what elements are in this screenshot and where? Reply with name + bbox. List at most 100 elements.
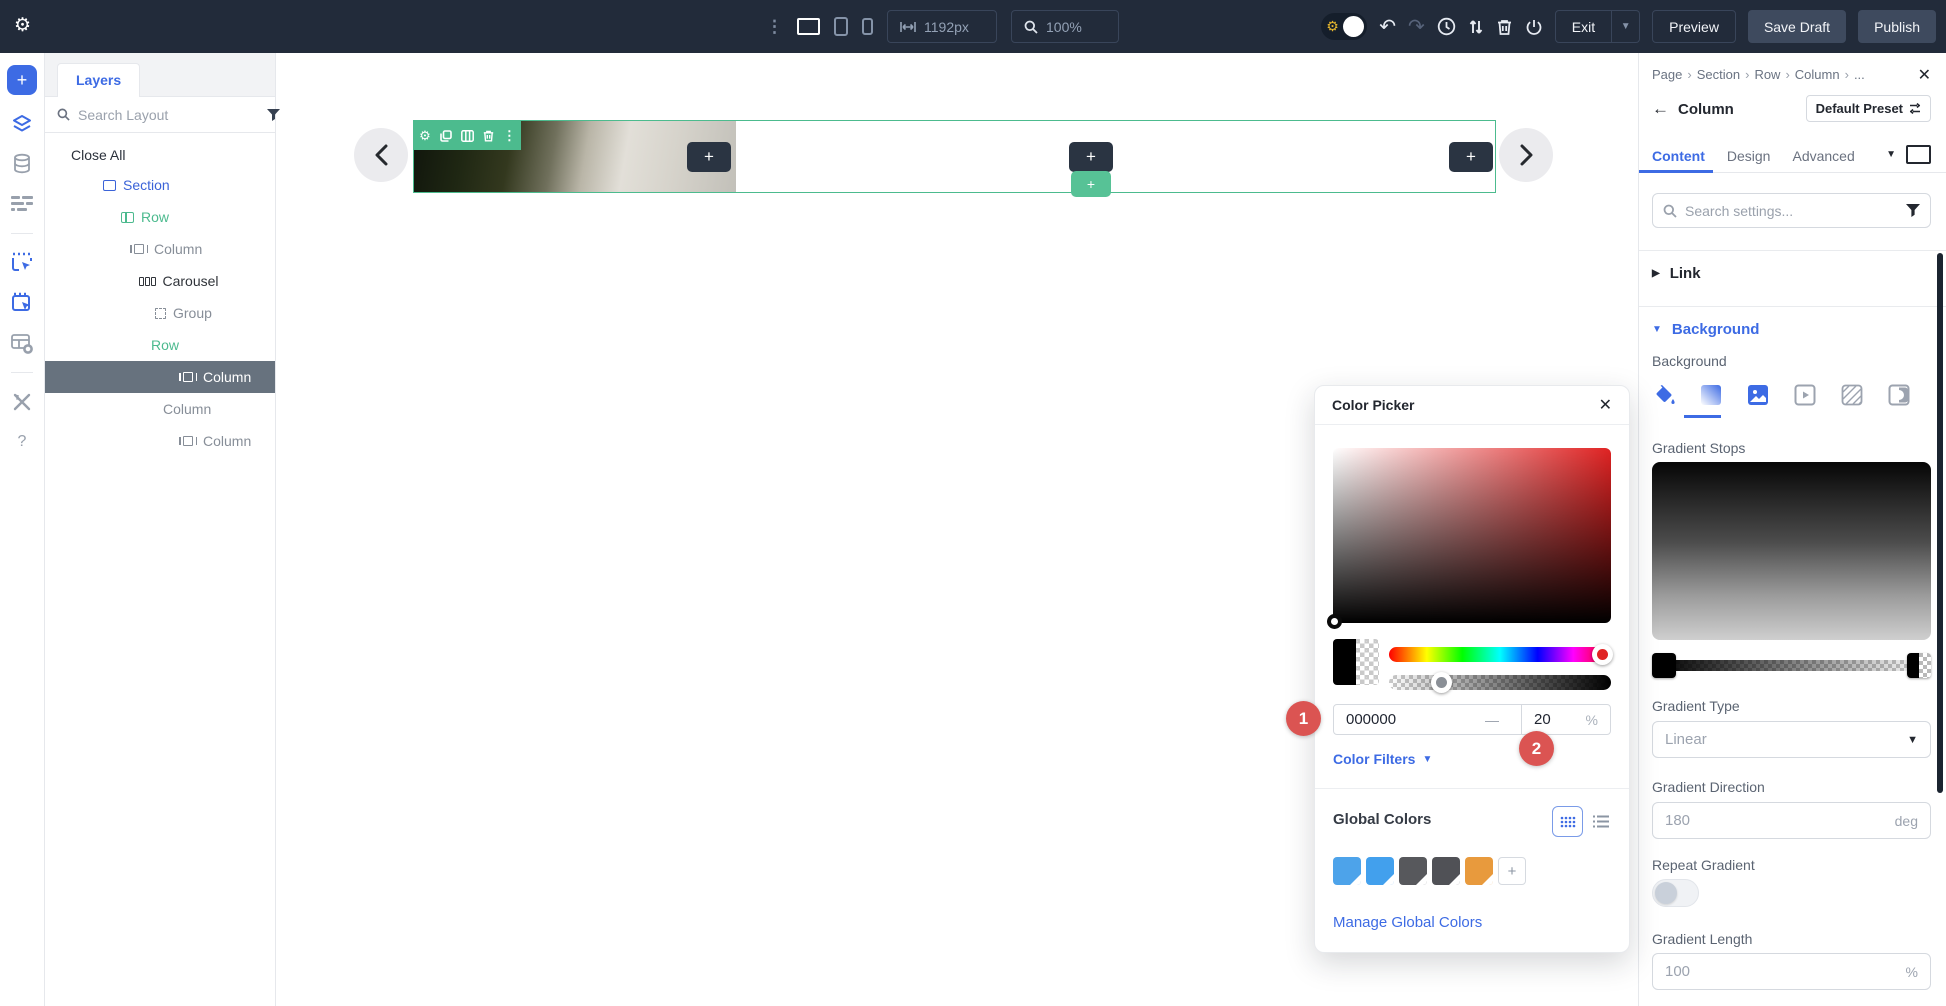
color-filters-link[interactable]: Color Filters ▼ xyxy=(1333,751,1432,767)
add-module-button[interactable]: + xyxy=(1449,142,1493,172)
sidebar-item-section[interactable]: Section xyxy=(45,169,275,201)
carousel-next-button[interactable] xyxy=(1499,128,1553,182)
layers-search-input[interactable] xyxy=(78,107,259,123)
element-trash-icon[interactable] xyxy=(483,130,494,142)
select-parent-icon[interactable] xyxy=(9,290,35,316)
element-settings-icon[interactable]: ⚙ xyxy=(419,128,431,144)
repeat-gradient-toggle[interactable] xyxy=(1652,879,1699,907)
tab-layers[interactable]: Layers xyxy=(57,63,140,97)
gradient-preview[interactable] xyxy=(1652,462,1931,640)
tab-advanced[interactable]: Advanced xyxy=(1792,148,1854,164)
filter-funnel-icon[interactable] xyxy=(267,109,280,121)
element-more-icon[interactable]: ⋮ xyxy=(503,128,516,144)
insert-row-button[interactable]: + xyxy=(1071,171,1111,197)
phone-view-icon[interactable] xyxy=(862,18,873,35)
close-icon[interactable]: ✕ xyxy=(1599,395,1612,415)
tab-content[interactable]: Content xyxy=(1652,148,1705,164)
carousel-prev-button[interactable] xyxy=(354,128,408,182)
list-blocks-icon[interactable] xyxy=(9,191,35,217)
section-background[interactable]: ▼ Background xyxy=(1652,321,1931,338)
canvas-zoom-input[interactable] xyxy=(1046,19,1106,35)
templates-icon[interactable] xyxy=(9,330,35,356)
gradient-length-input[interactable] xyxy=(1665,963,1906,980)
global-color-swatch[interactable] xyxy=(1432,857,1460,885)
selected-carousel-row[interactable]: ⚙ ⋮ + + + + xyxy=(413,120,1496,193)
canvas-width-field[interactable] xyxy=(887,10,997,43)
breadcrumb-ellipsis[interactable]: ... xyxy=(1854,67,1865,82)
breadcrumb-item[interactable]: Section xyxy=(1697,67,1740,82)
list-view-icon[interactable] xyxy=(1593,815,1609,828)
gradient-stop-handle-end[interactable] xyxy=(1907,653,1931,678)
database-icon[interactable] xyxy=(9,151,35,177)
select-element-icon[interactable] xyxy=(9,250,35,276)
layers-icon[interactable] xyxy=(9,111,35,137)
tab-design[interactable]: Design xyxy=(1727,148,1771,164)
responsive-monitor-icon[interactable] xyxy=(1906,145,1931,164)
background-image-icon[interactable] xyxy=(1746,383,1770,407)
add-module-button[interactable]: + xyxy=(1069,142,1113,172)
history-clock-icon[interactable] xyxy=(1437,17,1456,36)
alpha-slider[interactable] xyxy=(1389,675,1611,690)
settings-gear-icon[interactable]: ⚙ xyxy=(14,14,31,38)
close-panel-icon[interactable]: ✕ xyxy=(1918,65,1931,85)
save-draft-button[interactable]: Save Draft xyxy=(1748,10,1846,43)
hex-field[interactable]: — xyxy=(1334,705,1521,734)
gradient-length-field[interactable]: % xyxy=(1652,953,1931,990)
power-icon[interactable] xyxy=(1525,18,1543,36)
settings-filter-icon[interactable] xyxy=(1906,204,1920,217)
global-color-swatch[interactable] xyxy=(1399,857,1427,885)
tools-icon[interactable] xyxy=(9,389,35,415)
add-element-button[interactable]: + xyxy=(7,65,37,95)
exit-button[interactable]: Exit xyxy=(1555,10,1612,43)
opacity-field[interactable]: % xyxy=(1522,705,1610,734)
element-columns-icon[interactable] xyxy=(461,130,474,142)
theme-toggle[interactable]: ⚙ xyxy=(1321,13,1367,40)
gradient-stop-handle-start[interactable] xyxy=(1652,653,1676,678)
add-global-color-button[interactable]: + xyxy=(1498,857,1526,885)
publish-button[interactable]: Publish xyxy=(1858,10,1936,43)
tabs-caret-icon[interactable]: ▼ xyxy=(1886,149,1896,160)
background-color-bucket-icon[interactable] xyxy=(1652,383,1676,407)
gradient-stops-track[interactable] xyxy=(1656,660,1927,671)
gradient-direction-input[interactable] xyxy=(1665,812,1895,829)
breadcrumb-item[interactable]: Page xyxy=(1652,67,1682,82)
global-color-swatch[interactable] xyxy=(1333,857,1361,885)
close-all-button[interactable]: Close All xyxy=(45,133,275,169)
breadcrumb-item[interactable]: Row xyxy=(1754,67,1780,82)
undo-icon[interactable]: ↶ xyxy=(1379,14,1396,39)
background-gradient-icon[interactable] xyxy=(1699,383,1723,407)
sidebar-item-carousel[interactable]: Carousel xyxy=(45,265,275,297)
preview-button[interactable]: Preview xyxy=(1652,10,1736,43)
background-transition-icon[interactable] xyxy=(1887,383,1911,407)
sidebar-item-row[interactable]: Row xyxy=(45,201,275,233)
redo-icon[interactable]: ↷ xyxy=(1408,14,1425,39)
opacity-input[interactable] xyxy=(1534,711,1568,728)
global-color-swatch[interactable] xyxy=(1465,857,1493,885)
gradient-type-select[interactable]: Linear ▼ xyxy=(1652,721,1931,758)
manage-global-colors-link[interactable]: Manage Global Colors xyxy=(1333,914,1482,931)
canvas-zoom-field[interactable] xyxy=(1011,10,1119,43)
add-module-button[interactable]: + xyxy=(687,142,731,172)
alpha-handle[interactable] xyxy=(1431,672,1452,693)
trash-icon[interactable] xyxy=(1496,18,1513,36)
sidebar-item-column-selected[interactable]: Column xyxy=(45,361,275,393)
help-icon[interactable]: ? xyxy=(9,429,35,455)
tablet-view-icon[interactable] xyxy=(834,17,848,36)
gradient-direction-field[interactable]: deg xyxy=(1652,802,1931,839)
sidebar-item-column[interactable]: Column xyxy=(45,233,275,265)
exit-caret-icon[interactable]: ▼ xyxy=(1612,10,1640,43)
hue-handle[interactable] xyxy=(1592,644,1613,665)
settings-search-input[interactable] xyxy=(1685,203,1898,219)
sort-arrows-icon[interactable] xyxy=(1468,18,1484,36)
scrollbar-thumb[interactable] xyxy=(1937,253,1943,793)
saturation-field[interactable] xyxy=(1333,448,1611,623)
global-color-swatch[interactable] xyxy=(1366,857,1394,885)
background-pattern-icon[interactable] xyxy=(1840,383,1864,407)
hue-slider[interactable] xyxy=(1389,647,1611,662)
back-arrow-icon[interactable]: ← xyxy=(1652,99,1669,119)
settings-search-field[interactable] xyxy=(1652,193,1931,228)
saturation-handle[interactable] xyxy=(1327,614,1342,629)
more-options-icon[interactable]: ⋮ xyxy=(766,17,783,37)
sidebar-item-group[interactable]: Group xyxy=(45,297,275,329)
desktop-view-icon[interactable] xyxy=(797,18,820,35)
